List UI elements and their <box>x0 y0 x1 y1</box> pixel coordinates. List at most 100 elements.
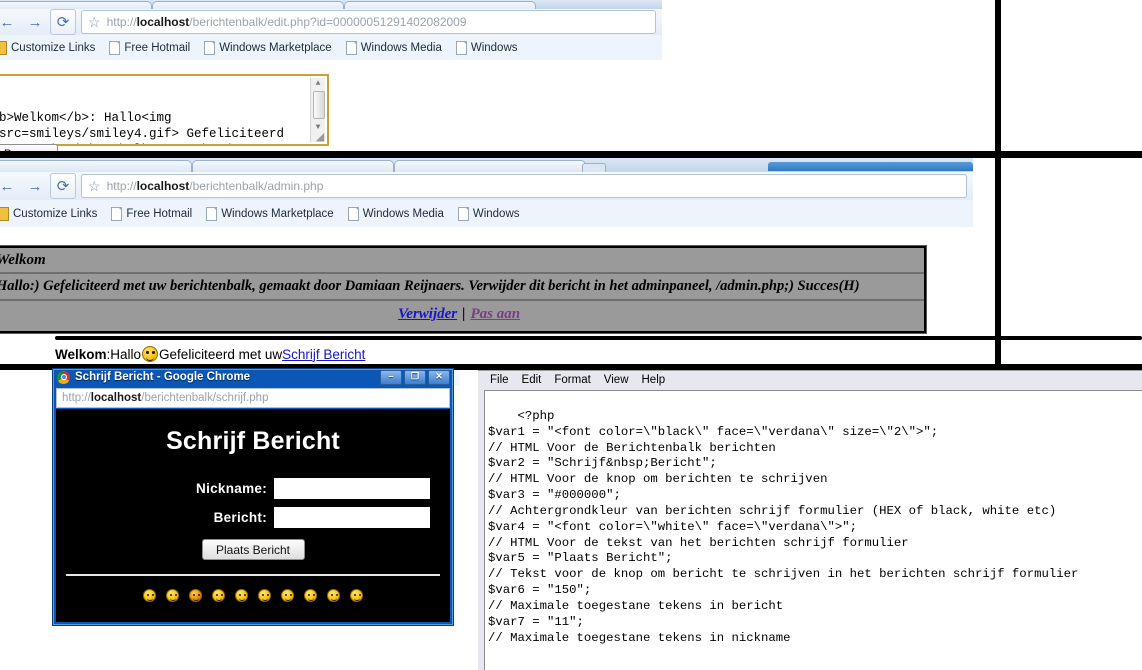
scrollbar-thumb[interactable] <box>313 91 325 119</box>
smiley-icon <box>142 346 159 362</box>
admin-window-tabstrip <box>0 158 973 173</box>
notepad-text-area[interactable]: <?php $var1 = "<font color=\"black\" fac… <box>484 390 1142 670</box>
forward-icon[interactable]: → <box>22 173 48 199</box>
url-host: localhost <box>136 179 190 193</box>
popup-address-bar[interactable]: http://localhost/berichtenbalk/schrijf.p… <box>56 388 450 408</box>
bookmark-customize-links[interactable]: Customize Links <box>0 206 98 221</box>
url-scheme: http:// <box>106 179 137 193</box>
page-icon <box>347 206 359 221</box>
nickname-field[interactable] <box>274 478 430 499</box>
page-icon <box>455 40 467 55</box>
bookmark-label: Windows Marketplace <box>219 41 332 54</box>
notepad-menubar: File Edit Format View Help <box>478 371 1142 388</box>
action-separator: | <box>462 305 466 322</box>
back-icon[interactable]: ← <box>0 173 20 199</box>
divider-band-1 <box>0 151 1142 158</box>
popup-titlebar[interactable]: Schrijf Bericht - Google Chrome – ❐ ✕ <box>53 369 453 385</box>
welkom-text-before: Hallo <box>110 346 142 362</box>
bookmark-windows[interactable]: Windows <box>457 206 520 221</box>
edit-window-navbar: ← → ⟳ ☆ http://localhost/berichtenbalk/e… <box>0 9 662 36</box>
board-nickname-row: Welkom <box>0 248 924 274</box>
emoji-picker[interactable] <box>56 589 450 602</box>
admin-window-bookmarkbar: Customize Links Free Hotmail Windows Mar… <box>0 200 973 228</box>
url-path: /berichtenbalk/edit.php?id=0000005129140… <box>189 15 467 29</box>
schrijf-bericht-popup-window: Schrijf Bericht - Google Chrome – ❐ ✕ ht… <box>52 368 454 626</box>
cool-smiley-icon[interactable] <box>166 589 179 602</box>
bookmark-label: Free Hotmail <box>126 207 193 220</box>
popup-title-text: Schrijf Bericht - Google Chrome <box>75 371 251 383</box>
verwijder-link[interactable]: Verwijder <box>398 306 457 323</box>
bericht-field[interactable] <box>274 507 430 528</box>
reload-icon[interactable]: ⟳ <box>50 173 76 199</box>
board-nickname: Welkom <box>0 251 46 268</box>
board-actions-row: Verwijder | Pas aan <box>0 301 924 327</box>
welkom-text-after: Gefeliciteerd met uw <box>159 346 283 362</box>
plaats-bericht-button[interactable]: Plaats Bericht <box>201 539 305 560</box>
admin-window-navbar: ← → ⟳ ☆ http://localhost/berichtenbalk/a… <box>0 172 973 201</box>
page-icon <box>204 40 216 55</box>
url-scheme: http:// <box>62 392 91 404</box>
bookmark-label: Customize Links <box>11 41 96 54</box>
menu-edit[interactable]: Edit <box>522 374 542 386</box>
edit-window-bookmarkbar: Customize Links Free Hotmail Windows Mar… <box>0 35 662 61</box>
maximize-button[interactable]: ❐ <box>404 369 426 385</box>
message-textarea-value: b>Welkom</b>: Hallo<img src=smileys/smil… <box>0 111 285 144</box>
close-button[interactable]: ✕ <box>428 369 450 385</box>
bookmark-label: Windows Media <box>360 41 442 54</box>
bookmark-free-hotmail[interactable]: Free Hotmail <box>111 206 193 221</box>
bookmark-label: Windows <box>470 41 518 54</box>
active-tab-highlight[interactable] <box>768 162 973 171</box>
divider-column-1 <box>995 0 1001 151</box>
bookmark-label: Customize Links <box>13 207 98 220</box>
smirk-smiley-icon[interactable] <box>327 589 340 602</box>
menu-help[interactable]: Help <box>642 374 666 386</box>
url-host: localhost <box>136 15 190 29</box>
divider-column-3 <box>995 340 1001 370</box>
reload-icon[interactable]: ⟳ <box>50 9 76 35</box>
bericht-label: Bericht: <box>213 510 267 525</box>
back-icon[interactable]: ← <box>0 9 20 35</box>
menu-view[interactable]: View <box>604 374 629 386</box>
bookmark-label: Windows Media <box>362 207 444 220</box>
forward-icon[interactable]: → <box>22 9 48 35</box>
bookmark-windows[interactable]: Windows <box>455 40 518 55</box>
laugh-smiley-icon[interactable] <box>281 589 294 602</box>
scroll-up-icon[interactable]: ▲ <box>311 78 325 89</box>
message-textarea[interactable]: b>Welkom</b>: Hallo<img src=smileys/smil… <box>0 74 329 146</box>
welkom-label: Welkom <box>55 346 107 362</box>
frown-smiley-icon[interactable] <box>304 589 317 602</box>
url-path: /berichtenbalk/admin.php <box>189 179 324 193</box>
bookmark-label: Windows <box>472 207 520 220</box>
grin-smiley-icon[interactable] <box>258 589 271 602</box>
bookmark-star-icon[interactable]: ☆ <box>88 14 101 31</box>
message-board: Welkom Hallo:) Gefeliciteerd met uw beri… <box>0 245 927 334</box>
address-bar[interactable]: ☆ http://localhost/berichtenbalk/admin.p… <box>81 174 967 198</box>
bookmark-free-hotmail[interactable]: Free Hotmail <box>109 40 191 55</box>
bookmark-customize-links[interactable]: Customize Links <box>0 40 96 55</box>
welkom-strip: Welkom: Hallo Gefeliciteerd met uw Schri… <box>55 344 755 364</box>
folder-icon <box>0 40 7 55</box>
menu-file[interactable]: File <box>490 374 509 386</box>
pas-aan-link[interactable]: Pas aan <box>470 306 520 323</box>
resize-grip-icon[interactable]: ◢ <box>314 132 326 144</box>
bookmark-star-icon[interactable]: ☆ <box>88 178 101 195</box>
happy-smiley-icon[interactable] <box>212 589 225 602</box>
nerd-smiley-icon[interactable] <box>235 589 248 602</box>
devil-smiley-icon[interactable] <box>189 589 202 602</box>
bookmark-windows-marketplace[interactable]: Windows Marketplace <box>204 40 332 55</box>
menu-format[interactable]: Format <box>554 374 590 386</box>
page-icon <box>457 206 469 221</box>
page-icon <box>109 40 121 55</box>
plain-smiley-icon[interactable] <box>350 589 363 602</box>
address-bar[interactable]: ☆ http://localhost/berichtenbalk/edit.ph… <box>81 10 656 34</box>
bookmark-windows-media[interactable]: Windows Media <box>345 40 442 55</box>
schrijf-bericht-link[interactable]: Schrijf Bericht <box>282 347 365 362</box>
bookmark-windows-marketplace[interactable]: Windows Marketplace <box>206 206 334 221</box>
minimize-button[interactable]: – <box>380 369 402 385</box>
bookmark-label: Free Hotmail <box>124 41 191 54</box>
sad-smiley-icon[interactable] <box>143 589 156 602</box>
form-heading: Schrijf Bericht <box>166 427 340 455</box>
bookmark-windows-media[interactable]: Windows Media <box>347 206 444 221</box>
bookmark-label: Windows Marketplace <box>221 207 334 220</box>
schrijf-bericht-form-body: Schrijf Bericht Nickname: Bericht: Plaat… <box>56 409 450 622</box>
